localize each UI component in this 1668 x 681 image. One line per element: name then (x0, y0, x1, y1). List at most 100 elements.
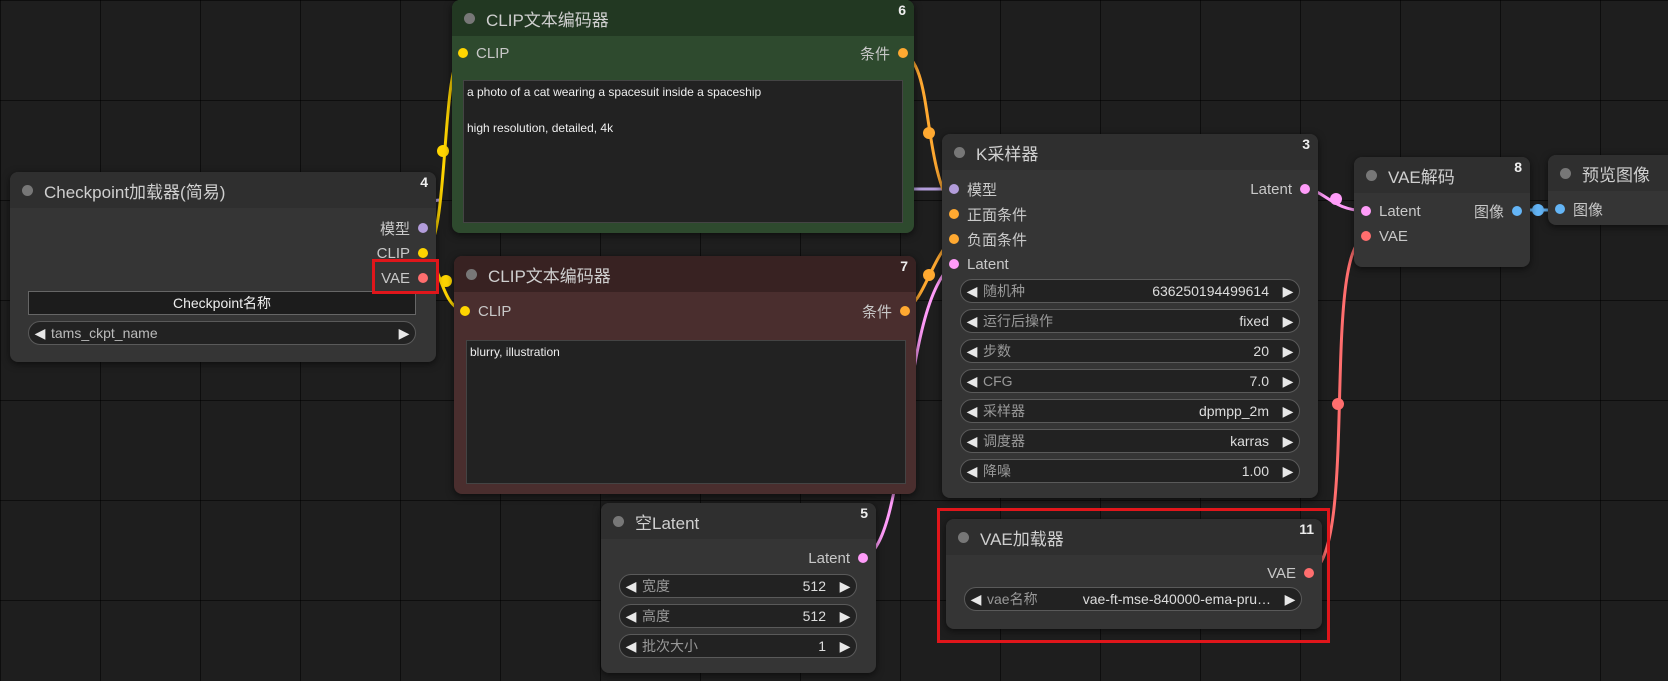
output-clip[interactable]: CLIP (377, 242, 428, 264)
sampler-widget[interactable]: ◀ 采样器 dpmpp_2m ▶ (960, 399, 1300, 423)
seed-widget[interactable]: ◀ 随机种 636250194499614 ▶ (960, 279, 1300, 303)
input-positive[interactable]: 正面条件 (949, 203, 1027, 225)
right-arrow-icon[interactable]: ▶ (1277, 313, 1299, 330)
denoise-widget[interactable]: ◀ 降噪 1.00 ▶ (960, 459, 1300, 483)
vae-port-dot[interactable] (1304, 568, 1314, 578)
ksampler-node[interactable]: K采样器 3 模型 正面条件 负面条件 Latent Latent ◀ 随机种 … (942, 134, 1318, 498)
output-latent[interactable]: Latent (1250, 178, 1310, 200)
right-arrow-icon[interactable]: ▶ (1277, 283, 1299, 300)
left-arrow-icon[interactable]: ◀ (620, 608, 642, 625)
control-after-generate-widget[interactable]: ◀ 运行后操作 fixed ▶ (960, 309, 1300, 333)
image-port-dot[interactable] (1555, 204, 1565, 214)
output-model[interactable]: 模型 (380, 217, 428, 239)
collapse-dot-icon[interactable] (1366, 169, 1377, 181)
steps-widget[interactable]: ◀ 步数 20 ▶ (960, 339, 1300, 363)
right-arrow-icon[interactable]: ▶ (1279, 591, 1301, 608)
conditioning-port-dot[interactable] (898, 48, 908, 58)
left-arrow-icon[interactable]: ◀ (620, 638, 642, 655)
left-arrow-icon[interactable]: ◀ (29, 325, 51, 342)
collapse-dot-icon[interactable] (22, 184, 33, 196)
clip-port-dot[interactable] (418, 248, 428, 258)
output-image[interactable]: 图像 (1474, 200, 1522, 222)
checkpoint-loader-node[interactable]: Checkpoint加载器(简易) 4 模型 CLIP VAE Checkpoi… (10, 172, 436, 362)
right-arrow-icon[interactable]: ▶ (1277, 463, 1299, 480)
left-arrow-icon[interactable]: ◀ (961, 433, 983, 450)
left-arrow-icon[interactable]: ◀ (961, 403, 983, 420)
output-vae[interactable]: VAE (1267, 562, 1314, 584)
checkpoint-name-combo[interactable]: ◀ tams_ckpt_name ▶ (28, 321, 416, 345)
right-arrow-icon[interactable]: ▶ (834, 638, 856, 655)
output-conditioning[interactable]: 条件 (860, 42, 908, 64)
right-arrow-icon[interactable]: ▶ (834, 578, 856, 595)
empty-latent-node[interactable]: 空Latent 5 Latent ◀ 宽度 512 ▶ ◀ 高度 512 ▶ ◀… (601, 503, 876, 673)
vae-loader-node[interactable]: VAE加载器 11 VAE ◀ vae名称 vae-ft-mse-840000-… (946, 519, 1322, 629)
model-port-dot[interactable] (418, 223, 428, 233)
batch-size-widget[interactable]: ◀ 批次大小 1 ▶ (619, 634, 857, 658)
height-widget[interactable]: ◀ 高度 512 ▶ (619, 604, 857, 628)
node-header[interactable]: Checkpoint加载器(简易) 4 (10, 172, 436, 208)
left-arrow-icon[interactable]: ◀ (961, 463, 983, 480)
clip-text-encode-positive-node[interactable]: CLIP文本编码器 6 CLIP 条件 a photo of a cat wea… (452, 0, 914, 233)
conditioning-port-dot[interactable] (949, 209, 959, 219)
output-conditioning[interactable]: 条件 (862, 300, 910, 322)
left-arrow-icon[interactable]: ◀ (965, 591, 987, 608)
prompt-textarea[interactable]: blurry, illustration (466, 340, 906, 484)
latent-port-dot[interactable] (1361, 206, 1371, 216)
input-latent[interactable]: Latent (1361, 200, 1421, 222)
node-header[interactable]: VAE加载器 11 (946, 519, 1322, 555)
cfg-widget[interactable]: ◀ CFG 7.0 ▶ (960, 369, 1300, 393)
width-widget[interactable]: ◀ 宽度 512 ▶ (619, 574, 857, 598)
input-latent[interactable]: Latent (949, 253, 1009, 275)
vae-port-dot[interactable] (418, 273, 428, 283)
right-arrow-icon[interactable]: ▶ (1277, 433, 1299, 450)
right-arrow-icon[interactable]: ▶ (1277, 373, 1299, 390)
preview-image-node[interactable]: 预览图像 图像 (1548, 155, 1668, 225)
node-header[interactable]: VAE解码 8 (1354, 157, 1530, 193)
input-clip[interactable]: CLIP (458, 42, 509, 64)
scheduler-widget[interactable]: ◀ 调度器 karras ▶ (960, 429, 1300, 453)
left-arrow-icon[interactable]: ◀ (961, 373, 983, 390)
node-header[interactable]: 空Latent 5 (601, 503, 876, 539)
vae-decode-node[interactable]: VAE解码 8 Latent VAE 图像 (1354, 157, 1530, 267)
node-header[interactable]: 预览图像 (1548, 155, 1668, 191)
output-latent[interactable]: Latent (808, 547, 868, 569)
collapse-dot-icon[interactable] (613, 515, 624, 527)
right-arrow-icon[interactable]: ▶ (393, 325, 415, 342)
vae-name-combo[interactable]: ◀ vae名称 vae-ft-mse-840000-ema-pru… ▶ (964, 587, 1302, 611)
clip-port-dot[interactable] (460, 306, 470, 316)
latent-port-dot[interactable] (949, 259, 959, 269)
input-clip[interactable]: CLIP (460, 300, 511, 322)
prompt-textarea[interactable]: a photo of a cat wearing a spacesuit ins… (463, 80, 903, 223)
output-vae[interactable]: VAE (381, 267, 428, 289)
clip-port-dot[interactable] (458, 48, 468, 58)
node-header[interactable]: CLIP文本编码器 6 (452, 0, 914, 36)
collapse-dot-icon[interactable] (466, 268, 477, 280)
node-header[interactable]: K采样器 3 (942, 134, 1318, 170)
input-negative[interactable]: 负面条件 (949, 228, 1027, 250)
collapse-dot-icon[interactable] (464, 12, 475, 24)
conditioning-port-dot[interactable] (949, 234, 959, 244)
right-arrow-icon[interactable]: ▶ (1277, 403, 1299, 420)
right-arrow-icon[interactable]: ▶ (834, 608, 856, 625)
vae-port-dot[interactable] (1361, 231, 1371, 241)
latent-port-dot[interactable] (1300, 184, 1310, 194)
node-header[interactable]: CLIP文本编码器 7 (454, 256, 916, 292)
collapse-dot-icon[interactable] (1560, 167, 1571, 179)
input-image[interactable]: 图像 (1555, 198, 1603, 220)
input-vae[interactable]: VAE (1361, 225, 1408, 247)
clip-text-encode-negative-node[interactable]: CLIP文本编码器 7 CLIP 条件 blurry, illustration (454, 256, 916, 494)
left-arrow-icon[interactable]: ◀ (961, 343, 983, 360)
port-label: Latent (967, 255, 1009, 273)
right-arrow-icon[interactable]: ▶ (1277, 343, 1299, 360)
left-arrow-icon[interactable]: ◀ (620, 578, 642, 595)
image-port-dot[interactable] (1512, 206, 1522, 216)
latent-port-dot[interactable] (858, 553, 868, 563)
collapse-dot-icon[interactable] (958, 531, 969, 543)
left-arrow-icon[interactable]: ◀ (961, 313, 983, 330)
model-port-dot[interactable] (949, 184, 959, 194)
input-model[interactable]: 模型 (949, 178, 997, 200)
port-label: 模型 (379, 220, 410, 238)
conditioning-port-dot[interactable] (900, 306, 910, 316)
collapse-dot-icon[interactable] (954, 146, 965, 158)
left-arrow-icon[interactable]: ◀ (961, 283, 983, 300)
